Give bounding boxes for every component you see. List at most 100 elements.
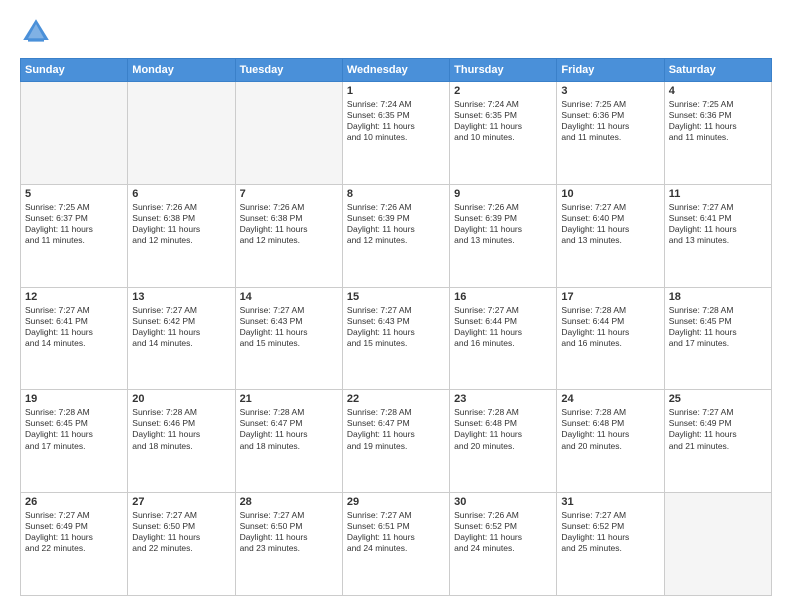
calendar-week-row: 19Sunrise: 7:28 AM Sunset: 6:45 PM Dayli… [21,390,772,493]
day-number: 21 [240,393,338,405]
cell-content: Sunrise: 7:24 AM Sunset: 6:35 PM Dayligh… [454,99,552,143]
day-number: 11 [669,188,767,200]
cell-content: Sunrise: 7:27 AM Sunset: 6:41 PM Dayligh… [669,202,767,246]
day-number: 17 [561,291,659,303]
day-number: 24 [561,393,659,405]
calendar-cell: 16 Sunrise: 7:27 AM Sunset: 6:44 PM Dayli… [450,287,557,390]
calendar-cell: 25 Sunrise: 7:27 AM Sunset: 6:49 PM Dayli… [664,390,771,493]
logo [20,16,56,48]
day-number: 2 [454,85,552,97]
calendar-cell: 12 Sunrise: 7:27 AM Sunset: 6:41 PM Dayli… [21,287,128,390]
cell-content: Sunrise: 7:28 AM Sunset: 6:44 PM Dayligh… [561,305,659,349]
day-number: 12 [25,291,123,303]
header [20,16,772,48]
logo-icon [20,16,52,48]
calendar-cell [664,493,771,596]
cell-content: Sunrise: 7:28 AM Sunset: 6:48 PM Dayligh… [561,407,659,451]
weekday-header-sunday: Sunday [21,59,128,82]
day-number: 9 [454,188,552,200]
day-number: 4 [669,85,767,97]
day-number: 25 [669,393,767,405]
day-number: 16 [454,291,552,303]
calendar-week-row: 5 Sunrise: 7:25 AM Sunset: 6:37 PM Daylig… [21,184,772,287]
calendar-week-row: 12 Sunrise: 7:27 AM Sunset: 6:41 PM Dayli… [21,287,772,390]
day-number: 7 [240,188,338,200]
calendar-cell: 5 Sunrise: 7:25 AM Sunset: 6:37 PM Daylig… [21,184,128,287]
cell-content: Sunrise: 7:27 AM Sunset: 6:43 PM Dayligh… [240,305,338,349]
page: SundayMondayTuesdayWednesdayThursdayFrid… [0,0,792,612]
day-number: 8 [347,188,445,200]
calendar-cell: 26Sunrise: 7:27 AM Sunset: 6:49 PM Dayli… [21,493,128,596]
cell-content: Sunrise: 7:28 AM Sunset: 6:47 PM Dayligh… [347,407,445,451]
calendar-cell: 27Sunrise: 7:27 AM Sunset: 6:50 PM Dayli… [128,493,235,596]
cell-content: Sunrise: 7:28 AM Sunset: 6:47 PM Dayligh… [240,407,338,451]
weekday-header-thursday: Thursday [450,59,557,82]
cell-content: Sunrise: 7:26 AM Sunset: 6:39 PM Dayligh… [347,202,445,246]
calendar-cell: 6 Sunrise: 7:26 AM Sunset: 6:38 PM Daylig… [128,184,235,287]
cell-content: Sunrise: 7:26 AM Sunset: 6:38 PM Dayligh… [132,202,230,246]
cell-content: Sunrise: 7:25 AM Sunset: 6:37 PM Dayligh… [25,202,123,246]
cell-content: Sunrise: 7:28 AM Sunset: 6:48 PM Dayligh… [454,407,552,451]
calendar-table: SundayMondayTuesdayWednesdayThursdayFrid… [20,58,772,596]
day-number: 23 [454,393,552,405]
day-number: 6 [132,188,230,200]
day-number: 15 [347,291,445,303]
calendar-cell: 9 Sunrise: 7:26 AM Sunset: 6:39 PM Daylig… [450,184,557,287]
day-number: 13 [132,291,230,303]
calendar-cell [235,82,342,185]
calendar-cell: 24 Sunrise: 7:28 AM Sunset: 6:48 PM Dayli… [557,390,664,493]
weekday-header-monday: Monday [128,59,235,82]
calendar-cell: 20 Sunrise: 7:28 AM Sunset: 6:46 PM Dayli… [128,390,235,493]
day-number: 29 [347,496,445,508]
cell-content: Sunrise: 7:27 AM Sunset: 6:51 PM Dayligh… [347,510,445,554]
day-number: 10 [561,188,659,200]
day-number: 14 [240,291,338,303]
day-number: 27 [132,496,230,508]
day-number: 1 [347,85,445,97]
day-number: 3 [561,85,659,97]
calendar-cell: 30 Sunrise: 7:26 AM Sunset: 6:52 PM Dayli… [450,493,557,596]
day-number: 31 [561,496,659,508]
cell-content: Sunrise: 7:27 AM Sunset: 6:43 PM Dayligh… [347,305,445,349]
calendar-cell: 13 Sunrise: 7:27 AM Sunset: 6:42 PM Dayli… [128,287,235,390]
calendar-cell: 29 Sunrise: 7:27 AM Sunset: 6:51 PM Dayli… [342,493,449,596]
cell-content: Sunrise: 7:25 AM Sunset: 6:36 PM Dayligh… [669,99,767,143]
cell-content: Sunrise: 7:28 AM Sunset: 6:45 PM Dayligh… [669,305,767,349]
calendar-week-row: 26Sunrise: 7:27 AM Sunset: 6:49 PM Dayli… [21,493,772,596]
calendar-cell: 8 Sunrise: 7:26 AM Sunset: 6:39 PM Daylig… [342,184,449,287]
weekday-header-saturday: Saturday [664,59,771,82]
cell-content: Sunrise: 7:26 AM Sunset: 6:39 PM Dayligh… [454,202,552,246]
cell-content: Sunrise: 7:27 AM Sunset: 6:44 PM Dayligh… [454,305,552,349]
calendar-cell: 4 Sunrise: 7:25 AM Sunset: 6:36 PM Daylig… [664,82,771,185]
cell-content: Sunrise: 7:26 AM Sunset: 6:38 PM Dayligh… [240,202,338,246]
calendar-cell [21,82,128,185]
cell-content: Sunrise: 7:27 AM Sunset: 6:41 PM Dayligh… [25,305,123,349]
weekday-header-tuesday: Tuesday [235,59,342,82]
calendar-cell: 7 Sunrise: 7:26 AM Sunset: 6:38 PM Daylig… [235,184,342,287]
cell-content: Sunrise: 7:26 AM Sunset: 6:52 PM Dayligh… [454,510,552,554]
cell-content: Sunrise: 7:27 AM Sunset: 6:40 PM Dayligh… [561,202,659,246]
calendar-cell: 19Sunrise: 7:28 AM Sunset: 6:45 PM Dayli… [21,390,128,493]
weekday-header-wednesday: Wednesday [342,59,449,82]
calendar-cell: 21 Sunrise: 7:28 AM Sunset: 6:47 PM Dayli… [235,390,342,493]
calendar-cell [128,82,235,185]
cell-content: Sunrise: 7:24 AM Sunset: 6:35 PM Dayligh… [347,99,445,143]
cell-content: Sunrise: 7:27 AM Sunset: 6:49 PM Dayligh… [669,407,767,451]
day-number: 26 [25,496,123,508]
calendar-cell: 17 Sunrise: 7:28 AM Sunset: 6:44 PM Dayli… [557,287,664,390]
cell-content: Sunrise: 7:27 AM Sunset: 6:42 PM Dayligh… [132,305,230,349]
calendar-cell: 23 Sunrise: 7:28 AM Sunset: 6:48 PM Dayli… [450,390,557,493]
calendar-cell: 11 Sunrise: 7:27 AM Sunset: 6:41 PM Dayli… [664,184,771,287]
cell-content: Sunrise: 7:28 AM Sunset: 6:45 PM Dayligh… [25,407,123,451]
calendar-cell: 1 Sunrise: 7:24 AM Sunset: 6:35 PM Daylig… [342,82,449,185]
calendar-cell: 31Sunrise: 7:27 AM Sunset: 6:52 PM Dayli… [557,493,664,596]
day-number: 30 [454,496,552,508]
calendar-cell: 10 Sunrise: 7:27 AM Sunset: 6:40 PM Dayli… [557,184,664,287]
cell-content: Sunrise: 7:28 AM Sunset: 6:46 PM Dayligh… [132,407,230,451]
cell-content: Sunrise: 7:25 AM Sunset: 6:36 PM Dayligh… [561,99,659,143]
day-number: 20 [132,393,230,405]
day-number: 5 [25,188,123,200]
calendar-cell: 14 Sunrise: 7:27 AM Sunset: 6:43 PM Dayli… [235,287,342,390]
calendar-cell: 2 Sunrise: 7:24 AM Sunset: 6:35 PM Daylig… [450,82,557,185]
day-number: 22 [347,393,445,405]
